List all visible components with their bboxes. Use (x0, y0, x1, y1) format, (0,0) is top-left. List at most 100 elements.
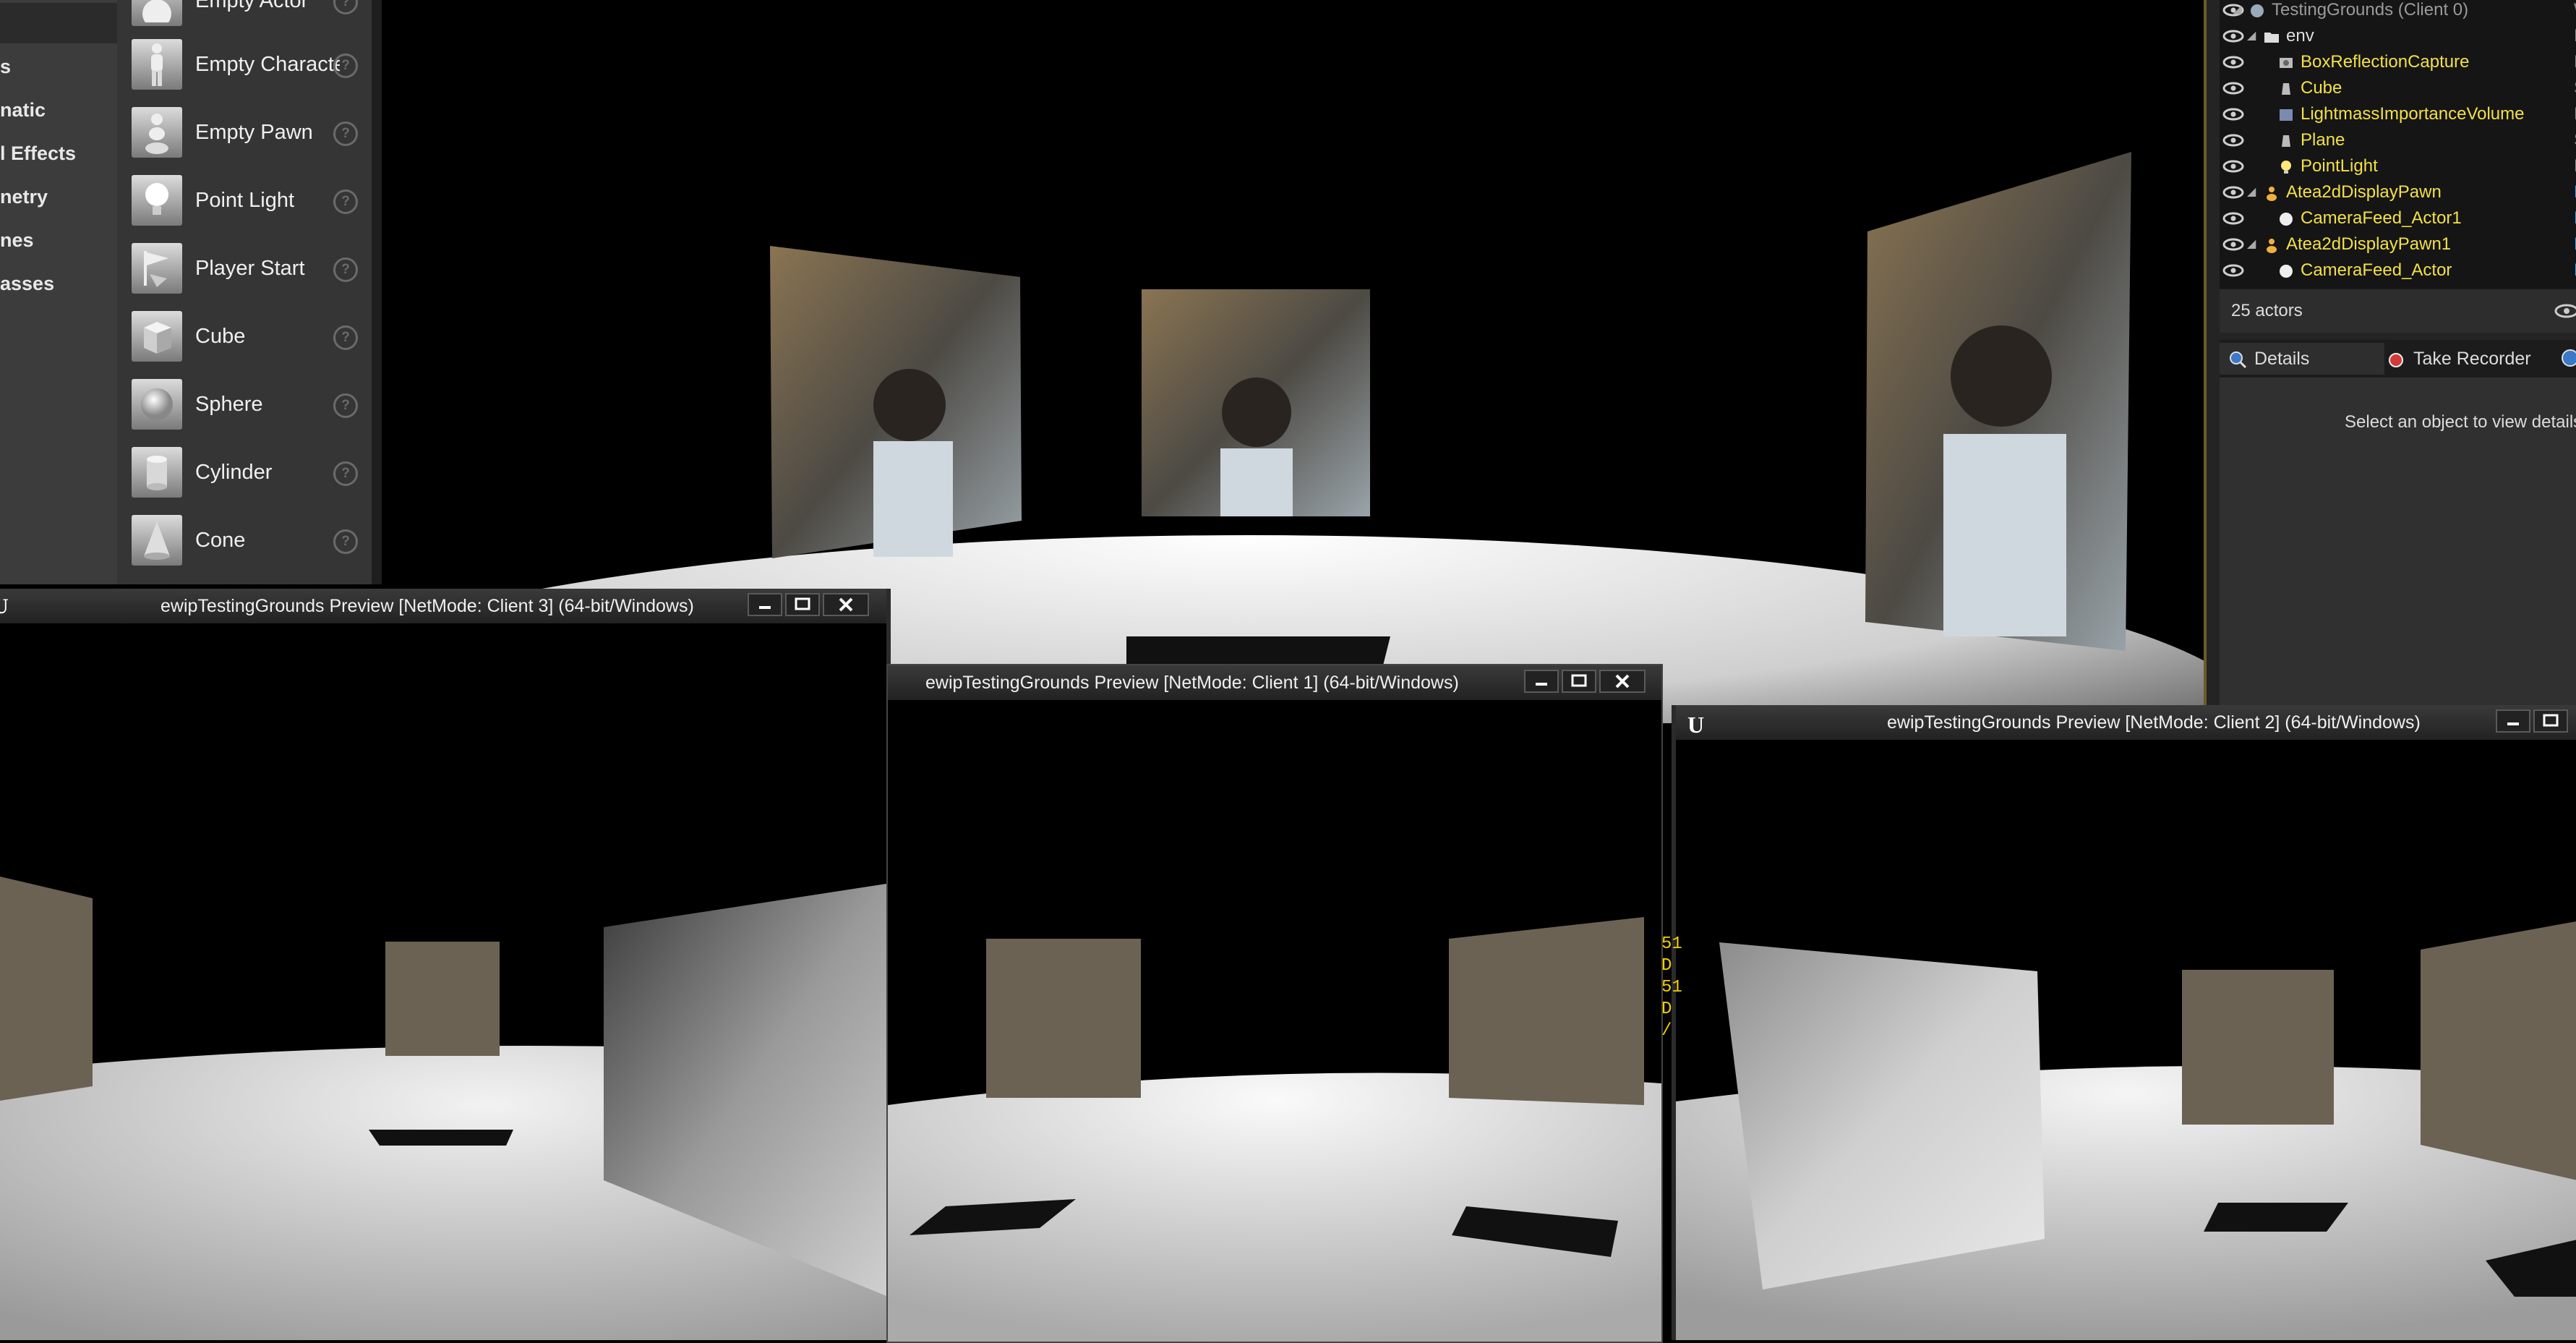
category-item[interactable]: l Effects (0, 133, 117, 174)
outliner-row[interactable]: BoxReflectionCaptureBo (2220, 49, 2576, 75)
outliner-row-name: Atea2dDisplayPawn (2286, 182, 2442, 202)
preview-viewport[interactable] (888, 700, 1661, 1342)
world-outliner: ◢TestingGrounds (Client 0)W◢envFoBoxRefl… (2204, 0, 2576, 723)
outliner-tree[interactable]: ◢TestingGrounds (Client 0)W◢envFoBoxRefl… (2220, 0, 2576, 288)
preview-window-client3[interactable]: U ewipTestingGrounds Preview [NetMode: C… (0, 589, 891, 1340)
window-titlebar[interactable]: U ewipTestingGrounds Preview [NetMode: C… (1676, 705, 2576, 740)
place-mode-category-list: s natic l Effects netry nes asses (0, 0, 119, 584)
visibility-eye-icon[interactable] (2222, 212, 2244, 225)
unreal-logo-icon: U (1687, 712, 1704, 736)
tab-label: Take Recorder (2413, 349, 2531, 369)
place-item-empty-actor[interactable]: Empty Actor ? (126, 0, 368, 35)
place-item-point-light[interactable]: Point Light ? (126, 172, 368, 234)
maximize-button[interactable] (2533, 709, 2568, 733)
expand-arrow-icon[interactable]: ◢ (2233, 0, 2241, 23)
outliner-row-name: env (2286, 26, 2314, 46)
visibility-eye-icon[interactable] (2222, 56, 2244, 69)
globe-icon[interactable] (2561, 349, 2576, 367)
category-item[interactable]: s (0, 46, 117, 87)
minimize-button[interactable] (748, 593, 782, 616)
place-item-cylinder[interactable]: Cylinder ? (126, 444, 368, 506)
outliner-row[interactable]: PointLightPo (2220, 153, 2576, 179)
help-icon[interactable]: ? (333, 189, 358, 214)
visibility-eye-icon[interactable] (2222, 82, 2244, 95)
cube-icon (132, 311, 182, 362)
outliner-row[interactable]: CubeSt (2220, 75, 2576, 101)
visibility-eye-icon[interactable] (2222, 30, 2244, 43)
place-item-label: Cube (195, 325, 246, 348)
outliner-row[interactable]: ◢Atea2dDisplayPawnEd (2220, 179, 2576, 205)
outliner-row-name: BoxReflectionCapture (2301, 52, 2470, 72)
background-text: 51 (1661, 978, 1682, 997)
expand-arrow-icon[interactable]: ◢ (2247, 231, 2256, 257)
tab-details[interactable]: Details (2220, 343, 2384, 375)
view-options-eye-icon[interactable] (2554, 304, 2576, 318)
capture-icon (2280, 58, 2293, 68)
expand-arrow-icon[interactable]: ◢ (2247, 23, 2256, 49)
background-text: D (1661, 999, 1672, 1019)
outliner-row[interactable]: ◢Atea2dDisplayPawn1Ed (2220, 231, 2576, 257)
close-button[interactable] (823, 593, 869, 616)
help-icon[interactable]: ? (333, 54, 358, 78)
visibility-eye-icon[interactable] (2222, 238, 2244, 251)
place-item-cube[interactable]: Cube ? (126, 308, 368, 370)
outliner-row-name: Cube (2301, 78, 2342, 98)
point-light-icon (132, 175, 182, 226)
outliner-row[interactable]: LightmassImportanceVolumeLi (2220, 101, 2576, 127)
window-titlebar[interactable]: U ewipTestingGrounds Preview [NetMode: C… (0, 589, 886, 623)
camera-feed-screen (770, 246, 1022, 558)
outliner-row[interactable]: ◢envFo (2220, 23, 2576, 49)
record-icon (2389, 353, 2403, 367)
help-icon[interactable]: ? (333, 121, 358, 146)
outliner-row[interactable]: CameraFeed_Actor1Ed (2220, 205, 2576, 231)
window-titlebar[interactable]: ewipTestingGrounds Preview [NetMode: Cli… (888, 665, 1661, 700)
maximize-button[interactable] (785, 593, 820, 616)
help-icon[interactable]: ? (333, 257, 358, 282)
outliner-row[interactable]: PlaneSt (2220, 127, 2576, 153)
mesh-icon (2282, 135, 2290, 147)
help-icon[interactable]: ? (333, 325, 358, 350)
preview-window-client2[interactable]: U ewipTestingGrounds Preview [NetMode: C… (1672, 705, 2576, 1340)
place-item-player-start[interactable]: Player Start ? (126, 240, 368, 302)
magnifier-icon (2230, 351, 2247, 369)
help-icon[interactable]: ? (333, 461, 358, 486)
place-item-empty-pawn[interactable]: Empty Pawn ? (126, 104, 368, 166)
preview-viewport[interactable] (0, 623, 886, 1340)
maximize-button[interactable] (1562, 670, 1596, 693)
visibility-eye-icon[interactable] (2222, 264, 2244, 277)
place-item-label: Empty Pawn (195, 121, 313, 144)
mesh-icon (2282, 83, 2290, 95)
glass-panel (1719, 942, 2045, 1289)
help-icon[interactable]: ? (333, 393, 358, 418)
close-button[interactable] (1599, 670, 1646, 693)
details-panel: Select an object to view details (2220, 378, 2576, 723)
place-item-sphere[interactable]: Sphere ? (126, 376, 368, 438)
camera-feed-screen (2182, 970, 2334, 1125)
category-item[interactable]: natic (0, 90, 117, 130)
preview-window-client1[interactable]: ewipTestingGrounds Preview [NetMode: Cli… (886, 664, 1663, 1343)
outliner-row-name: PointLight (2301, 156, 2378, 176)
window-title: ewipTestingGrounds Preview [NetMode: Cli… (1887, 712, 2421, 733)
visibility-eye-icon[interactable] (2222, 108, 2244, 121)
place-item-cone[interactable]: Cone ? (126, 512, 368, 574)
category-item[interactable]: asses (0, 263, 117, 304)
minimize-button[interactable] (2496, 709, 2530, 733)
tab-take-recorder[interactable]: Take Recorder (2379, 343, 2576, 375)
visibility-eye-icon[interactable] (2222, 186, 2244, 199)
details-empty-message: Select an object to view details (2345, 412, 2576, 432)
expand-arrow-icon[interactable]: ◢ (2247, 179, 2256, 205)
minimize-button[interactable] (1524, 670, 1559, 693)
category-item[interactable]: netry (0, 176, 117, 217)
help-icon[interactable]: ? (333, 529, 358, 554)
outliner-row[interactable]: CameraFeed_ActorEd (2220, 257, 2576, 283)
category-item[interactable]: nes (0, 220, 117, 260)
svg-text:U: U (1687, 712, 1704, 736)
place-item-empty-character[interactable]: Empty Character ? (126, 36, 368, 98)
outliner-row[interactable]: ◢TestingGrounds (Client 0)W (2220, 0, 2576, 23)
preview-viewport[interactable] (1676, 740, 2576, 1340)
category-item[interactable] (0, 3, 117, 43)
visibility-eye-icon[interactable] (2222, 160, 2244, 173)
place-list-scrollbar[interactable] (372, 0, 382, 584)
outliner-row-name: Plane (2301, 130, 2345, 150)
visibility-eye-icon[interactable] (2222, 134, 2244, 147)
